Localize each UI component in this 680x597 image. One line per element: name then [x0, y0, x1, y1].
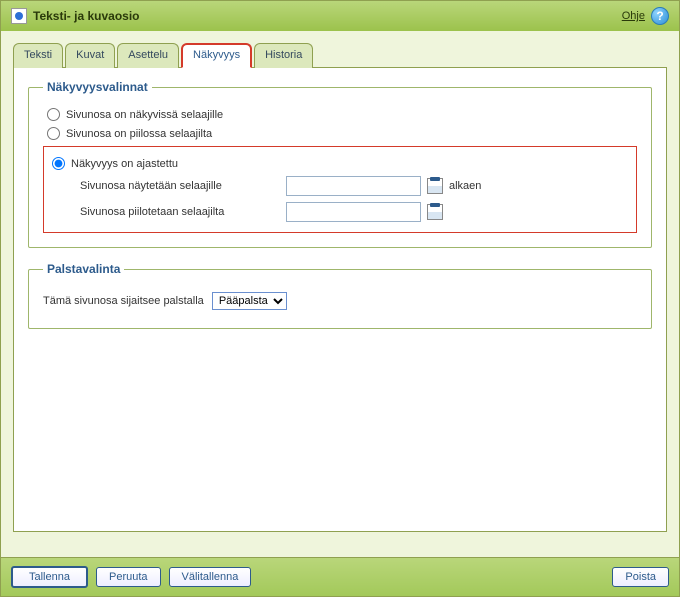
save-button[interactable]: Tallenna	[11, 566, 88, 588]
tab-historia[interactable]: Historia	[254, 43, 313, 68]
interim-save-button[interactable]: Välitallenna	[169, 567, 252, 587]
column-label: Tämä sivunosa sijaitsee palstalla	[43, 295, 204, 307]
column-legend: Palstavalinta	[43, 262, 124, 276]
tab-asettelu[interactable]: Asettelu	[117, 43, 179, 68]
visibility-legend: Näkyvyysvalinnat	[43, 80, 152, 94]
radio-label: Sivunosa on piilossa selaajilta	[66, 128, 212, 140]
visibility-fieldset: Näkyvyysvalinnat Sivunosa on näkyvissä s…	[28, 80, 652, 248]
show-from-row: Sivunosa näytetään selaajille alkaen	[80, 176, 628, 196]
radio-scheduled[interactable]	[52, 157, 65, 170]
visibility-option-hidden[interactable]: Sivunosa on piilossa selaajilta	[47, 127, 637, 140]
visibility-option-scheduled[interactable]: Näkyvyys on ajastettu	[52, 157, 628, 170]
hide-from-input[interactable]	[286, 202, 421, 222]
footer-bar: Tallenna Peruuta Välitallenna Poista	[1, 557, 679, 596]
radio-hidden[interactable]	[47, 127, 60, 140]
column-row: Tämä sivunosa sijaitsee palstalla Pääpal…	[43, 292, 637, 310]
titlebar: Teksti- ja kuvaosio Ohje ?	[1, 1, 679, 31]
show-from-input[interactable]	[286, 176, 421, 196]
show-from-suffix: alkaen	[449, 180, 481, 192]
calendar-icon[interactable]	[427, 204, 443, 220]
tab-kuvat[interactable]: Kuvat	[65, 43, 115, 68]
scheduled-highlight-box: Näkyvyys on ajastettu Sivunosa näytetään…	[43, 146, 637, 233]
tab-teksti[interactable]: Teksti	[13, 43, 63, 68]
tab-nakyvyys[interactable]: Näkyvyys	[181, 43, 252, 68]
column-fieldset: Palstavalinta Tämä sivunosa sijaitsee pa…	[28, 262, 652, 329]
show-from-label: Sivunosa näytetään selaajille	[80, 180, 280, 192]
help-icon[interactable]: ?	[651, 7, 669, 25]
delete-button[interactable]: Poista	[612, 567, 669, 587]
help-link[interactable]: Ohje	[622, 10, 645, 22]
radio-label: Näkyvyys on ajastettu	[71, 158, 178, 170]
document-icon	[11, 8, 27, 24]
calendar-icon[interactable]	[427, 178, 443, 194]
window-title: Teksti- ja kuvaosio	[33, 9, 622, 23]
radio-label: Sivunosa on näkyvissä selaajille	[66, 109, 223, 121]
dialog-window: Teksti- ja kuvaosio Ohje ? Teksti Kuvat …	[0, 0, 680, 597]
tab-bar: Teksti Kuvat Asettelu Näkyvyys Historia	[13, 43, 667, 68]
cancel-button[interactable]: Peruuta	[96, 567, 161, 587]
visibility-option-visible[interactable]: Sivunosa on näkyvissä selaajille	[47, 108, 637, 121]
hide-from-label: Sivunosa piilotetaan selaajilta	[80, 206, 280, 218]
tab-panel: Näkyvyysvalinnat Sivunosa on näkyvissä s…	[13, 67, 667, 532]
hide-from-row: Sivunosa piilotetaan selaajilta	[80, 202, 628, 222]
column-select[interactable]: Pääpalsta	[212, 292, 287, 310]
radio-visible[interactable]	[47, 108, 60, 121]
content-area: Teksti Kuvat Asettelu Näkyvyys Historia …	[1, 31, 679, 557]
